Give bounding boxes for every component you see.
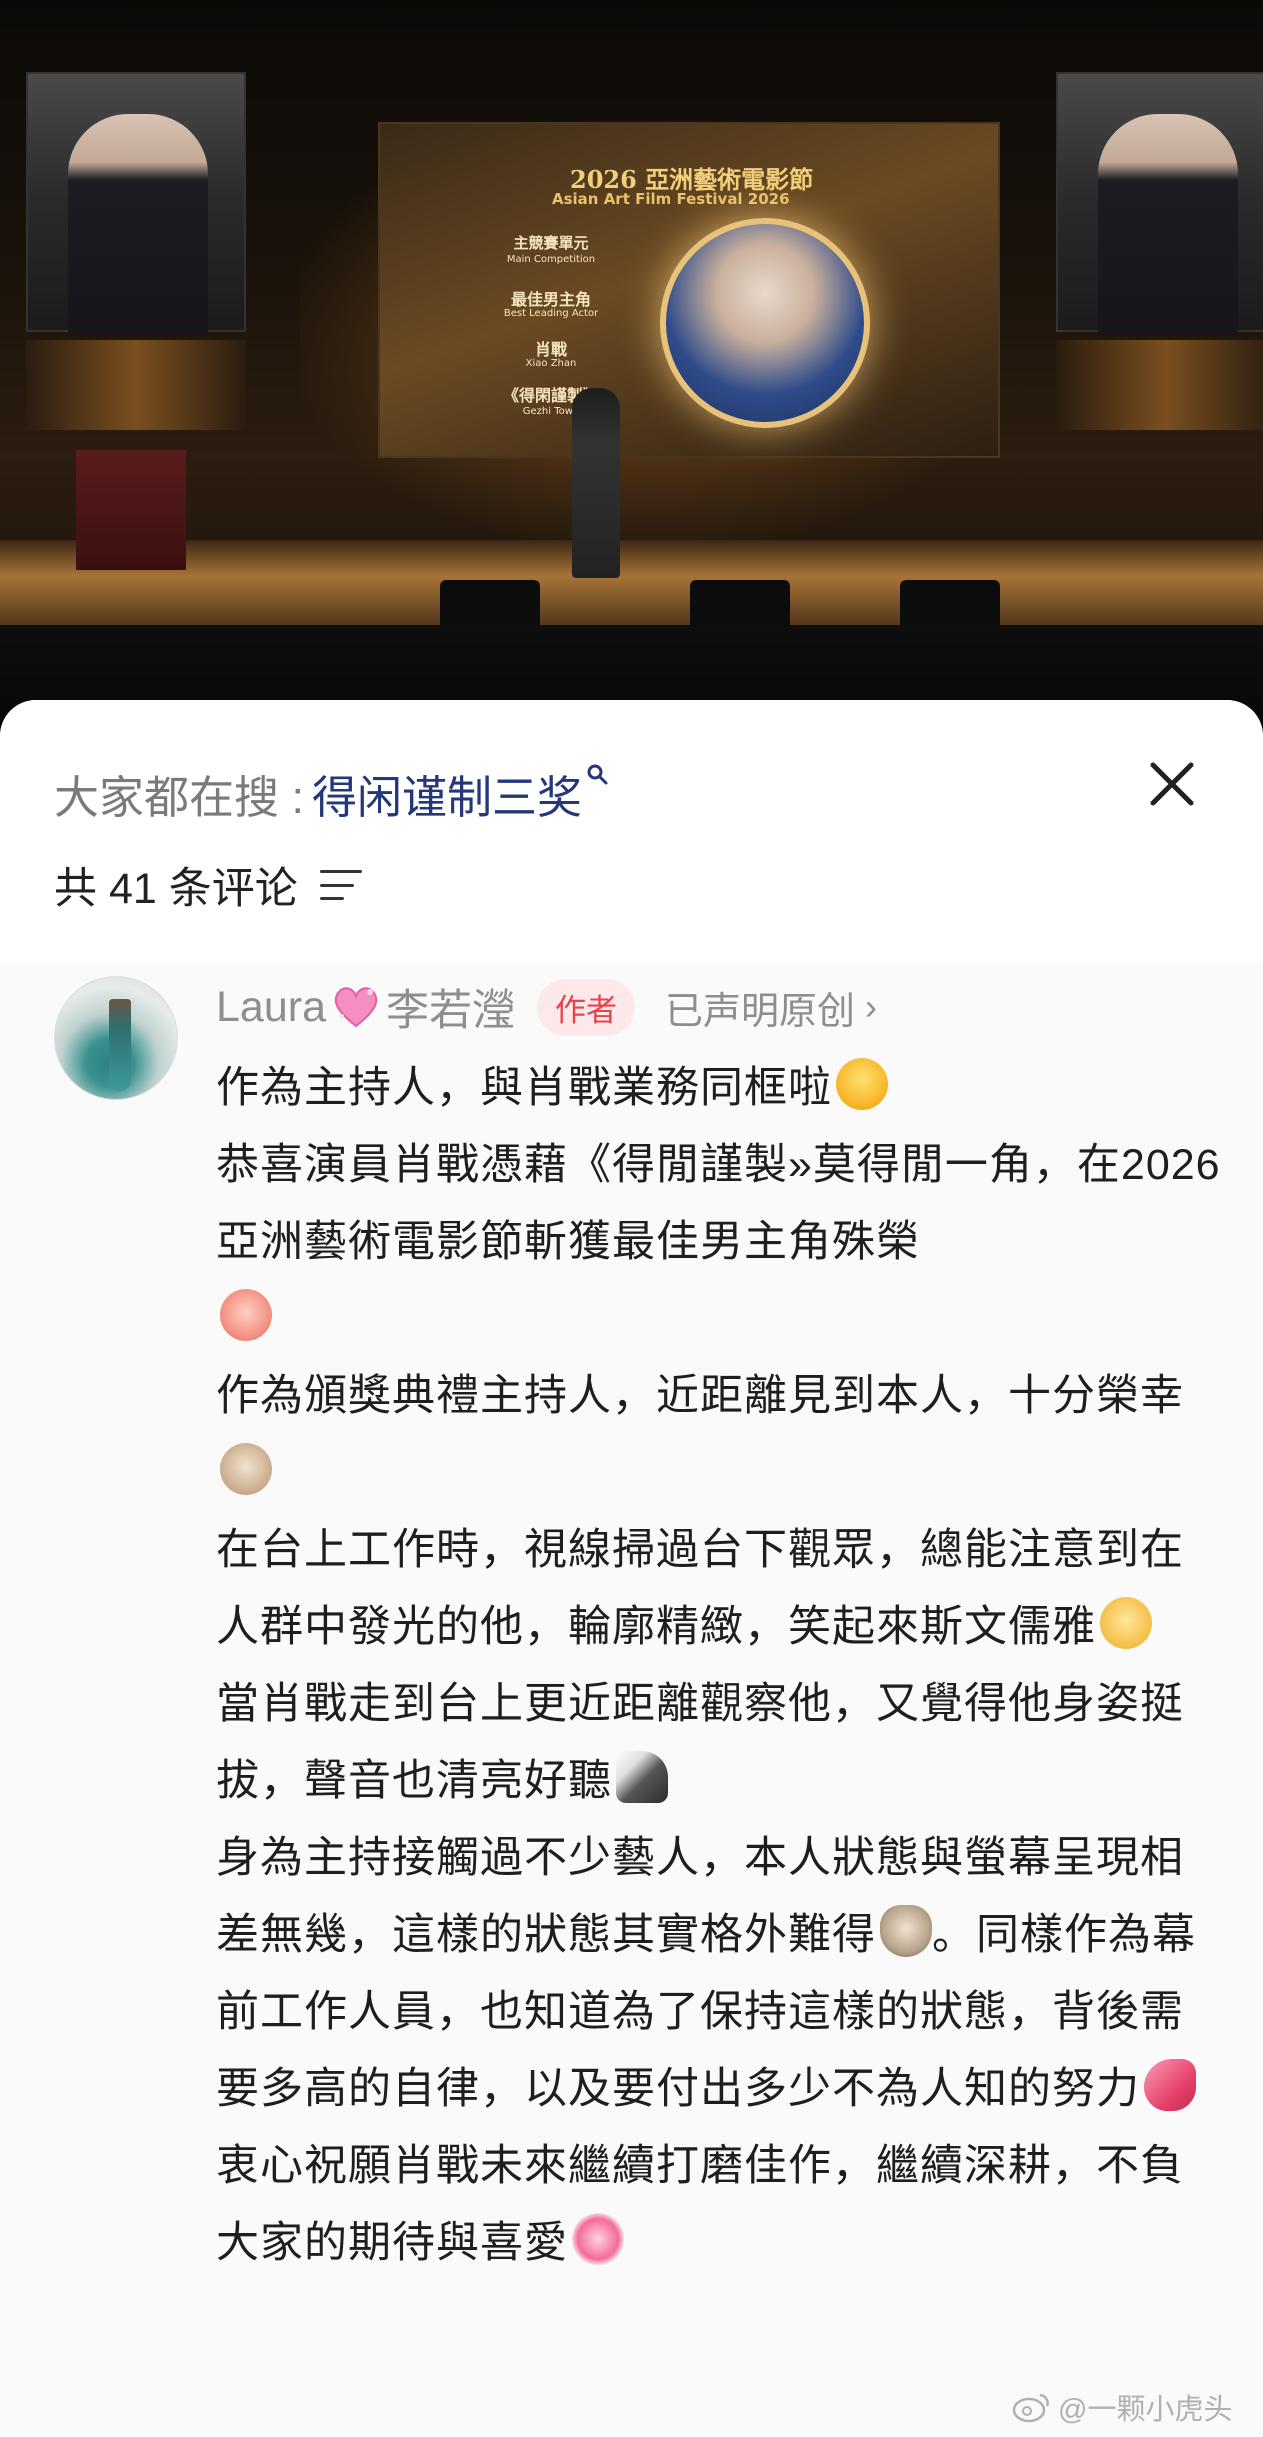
- sort-lines-icon[interactable]: [319, 870, 362, 900]
- comment-paragraph: 身為主持接觸過不少藝人，本人狀態與螢幕呈現相差無幾，這樣的狀態其實格外難得 。同樣…: [216, 1820, 1226, 2128]
- sparkle-heart-icon: [330, 984, 382, 1030]
- watermark: @一颗小虎头: [1012, 2386, 1232, 2428]
- winner-portrait: [660, 218, 870, 428]
- camera-emoji-icon: [220, 1443, 272, 1495]
- award-stage-photo: 2026 亞洲藝術電影節 Asian Art Film Festival 202…: [0, 0, 1263, 760]
- comment-count-row: 共 41 条评论: [54, 850, 362, 920]
- comment-count: 共 41 条评论: [54, 865, 298, 913]
- screen-caption: Xiao Zhan: [525, 358, 577, 369]
- peach-emoji-icon: [220, 1289, 272, 1341]
- paragraph-text: 當肖戰走到台上更近距離觀察他，又覺得他身姿挺拔，聲音也清亮好聽: [216, 1680, 1184, 1805]
- paragraph-text: 在台上工作時，視線掃過台下觀眾，總能注意到在人群中發光的他，輪廓精緻，笑起來斯文…: [216, 1526, 1184, 1651]
- original-declared-label: 已声明原创: [664, 990, 855, 1033]
- comment-body: 作為主持人，與肖戰業務同框啦 恭喜演員肖戰憑藉《得閒謹製»莫得閒一角，在2026…: [216, 1050, 1226, 2282]
- microphone-emoji-icon: [616, 1751, 668, 1803]
- original-declared-link[interactable]: 已声明原创 ›: [665, 980, 877, 1035]
- left-side-screen: [26, 72, 246, 334]
- paragraph-text: 恭喜演員肖戰憑藉《得閒謹製»莫得閒一角，在2026亞洲藝術電影節斬獲最佳男主角殊…: [216, 1141, 1221, 1266]
- screen-caption: Main Competition: [506, 254, 596, 265]
- right-festival-logo: [1056, 340, 1263, 430]
- comments-header: 大家都在搜 : 得闲谨制三奖 共 41 条评论: [0, 700, 1263, 962]
- screen-caption: 肖戰: [534, 340, 567, 359]
- stage-floor: [0, 540, 1263, 630]
- comment-paragraph: 作為主持人，與肖戰業務同框啦: [216, 1050, 1226, 1127]
- left-festival-logo: [26, 340, 246, 430]
- cat-emoji-icon: [880, 1905, 932, 1957]
- blush-emoji-icon: [1100, 1597, 1152, 1649]
- author-avatar[interactable]: [54, 976, 178, 1100]
- screen-caption: 主競賽單元: [513, 234, 589, 252]
- comment-meta: Laura 李若瀅 作者 已声明原创 ›: [216, 972, 877, 1042]
- search-icon[interactable]: [586, 763, 608, 791]
- muscle-emoji-icon: [1144, 2059, 1196, 2111]
- close-icon[interactable]: [1136, 748, 1208, 820]
- paragraph-text: 作為主持人，與肖戰業務同框啦: [216, 1064, 832, 1112]
- paragraph-text: 作為頒獎典禮主持人，近距離見到本人，十分榮幸: [216, 1372, 1184, 1420]
- comment-paragraph: 恭喜演員肖戰憑藉《得閒謹製»莫得閒一角，在2026亞洲藝術電影節斬獲最佳男主角殊…: [216, 1127, 1226, 1358]
- fireworks-emoji-icon: [572, 2213, 624, 2265]
- screen-caption: 最佳男主角: [510, 290, 591, 309]
- comments-sheet: 大家都在搜 : 得闲谨制三奖 共 41 条评论 Laura 李若瀅 作者 已声明…: [0, 700, 1263, 2437]
- author-name-cn[interactable]: 李若瀅: [386, 976, 515, 1038]
- author-badge: 作者: [536, 978, 635, 1036]
- trending-search-prefix: 大家都在搜 :: [54, 771, 305, 823]
- comment-paragraph: 作為頒獎典禮主持人，近距離見到本人，十分榮幸: [216, 1358, 1226, 1512]
- screen-title-en: Asian Art Film Festival 2026: [552, 190, 790, 208]
- watermark-text: @一颗小虎头: [1058, 2394, 1233, 2426]
- speaker-figure: [572, 388, 620, 578]
- trending-search[interactable]: 大家都在搜 : 得闲谨制三奖: [54, 758, 608, 828]
- screen-caption: Best Leading Actor: [503, 308, 599, 319]
- author-name[interactable]: Laura: [216, 983, 326, 1032]
- grin-emoji-icon: [836, 1058, 888, 1110]
- comment-paragraph: 衷心祝願肖戰未來繼續打磨佳作，繼續深耕，不負大家的期待與喜愛: [216, 2128, 1226, 2282]
- comment-paragraph: 在台上工作時，視線掃過台下觀眾，總能注意到在人群中發光的他，輪廓精緻，笑起來斯文…: [216, 1512, 1226, 1666]
- left-screen-figure: [68, 114, 208, 334]
- trending-search-term[interactable]: 得闲谨制三奖: [312, 761, 582, 826]
- right-screen-figure: [1098, 114, 1238, 334]
- avatar-figure: [109, 999, 131, 1091]
- weibo-logo-icon: [1012, 2391, 1050, 2423]
- right-side-screen: [1056, 72, 1263, 334]
- paragraph-text: 衷心祝願肖戰未來繼續打磨佳作，繼續深耕，不負大家的期待與喜愛: [216, 2142, 1184, 2267]
- host-podium: [76, 450, 186, 570]
- comment-paragraph: 當肖戰走到台上更近距離觀察他，又覺得他身姿挺拔，聲音也清亮好聽: [216, 1666, 1226, 1820]
- chevron-right-icon: ›: [865, 986, 877, 1027]
